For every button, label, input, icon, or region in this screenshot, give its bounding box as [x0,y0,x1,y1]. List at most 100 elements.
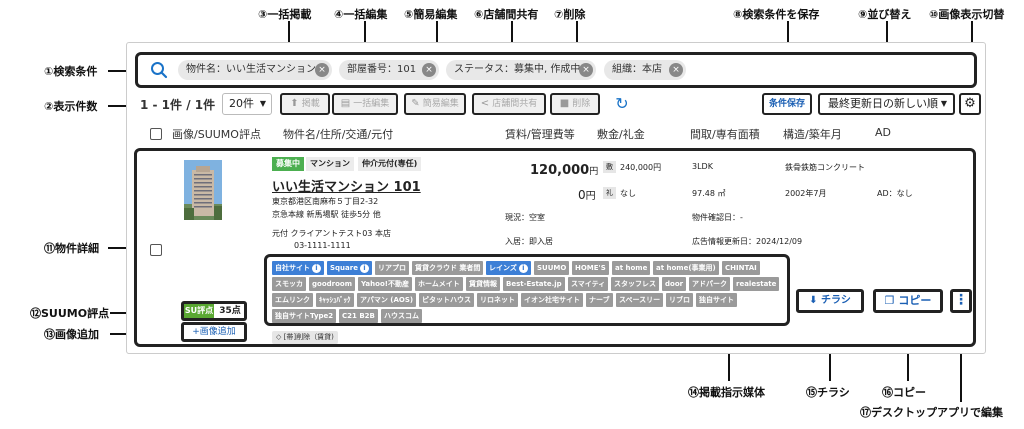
media-tag[interactable]: リアプロ [375,261,409,275]
key-money-tag: 礼 [603,187,616,199]
col-layout: 間取/専有面積 [690,128,760,141]
deposit-value: 240,000円 [620,163,662,172]
chip-close-icon[interactable]: × [579,63,593,77]
contract-badge: 仲介元付(専任) [358,157,422,171]
property-access: 京急本線 新馬場駅 徒歩5分 他 [272,210,381,219]
annotation-add-image: ⑬画像追加 [44,328,99,341]
delete-button[interactable]: ■ 削除 [550,93,600,115]
media-tag[interactable]: 独自サイトType2 [272,309,337,323]
refresh-icon[interactable]: ↻ [612,94,632,114]
media-tag[interactable]: 独自サイト [696,293,737,307]
media-tag[interactable]: realestate [733,277,780,291]
media-tag[interactable]: 賃貸情報 [466,277,500,291]
annotation-view-toggle: ⑩画像表示切替 [929,8,1005,21]
quick-edit-button[interactable]: ✎ 簡易編集 [404,93,466,115]
ad-value: AD：なし [877,189,913,198]
chip-close-icon[interactable]: × [669,63,683,77]
annotation-delete: ⑦削除 [554,8,586,21]
media-tag[interactable]: イオン社宅サイト [521,293,583,307]
media-tag[interactable]: スペースリー [616,293,664,307]
chip-close-icon[interactable]: × [315,63,329,77]
page-size-select[interactable]: 20件 ▼ [222,93,272,115]
sort-select[interactable]: 最終更新日の新しい順 ▼ [818,93,955,115]
desktop-edit-menu-button[interactable]: ⋮ [950,289,972,313]
image-view-toggle[interactable]: ⚙ [959,93,981,115]
media-tag[interactable]: ハウスコム [381,309,422,323]
suumo-score-label: SU評点 [184,304,214,318]
annotation-share: ⑥店舗間共有 [474,8,539,21]
bulk-edit-button[interactable]: ▤ 一括編集 [332,93,398,115]
media-tag[interactable]: at home [612,261,651,275]
media-tag[interactable]: ナーブ [586,293,613,307]
media-tag[interactable]: ｷｬｯｼｭﾊﾞｯｸ [316,293,354,307]
move-in: 入居：即入居 [505,237,553,246]
media-tag[interactable]: goodroom [309,277,356,291]
property-address: 東京都港区南麻布５丁目2-32 [272,197,379,206]
flyer-button[interactable]: ⬇ チラシ [796,289,864,313]
media-tag[interactable]: 自社サイト i [272,261,324,275]
media-tag[interactable]: Best-Estate.jp [503,277,565,291]
col-deposit: 敷金/礼金 [597,128,645,141]
info-icon: i [518,264,528,273]
media-tag[interactable]: スタッフレス [611,277,659,291]
annotation-bulk-publish: ③一括掲載 [258,8,312,21]
search-icon[interactable] [150,61,168,79]
add-image-button[interactable]: +画像追加 [181,322,247,342]
search-chip-org[interactable]: 組織：本店 × [604,60,686,80]
media-tag[interactable]: リロネット [477,293,518,307]
search-chip-status[interactable]: ステータス：募集中, 作成中 × [446,60,596,80]
trash-icon: ■ [559,98,570,109]
annotation-suumo: ⑫SUUMO評点 [30,307,110,320]
type-badge: マンション [306,157,354,171]
rent-value: 120,000円 [530,163,599,178]
status-badge: 募集中 [272,157,304,171]
annotation-flyer: ⑮チラシ [806,386,850,399]
col-property: 物件名/住所/交通/元付 [283,128,394,141]
media-tag[interactable]: アパマン (AOS) [357,293,417,307]
annotation-bulk-edit: ④一括編集 [334,8,388,21]
save-search-button[interactable]: 条件保存 [762,93,812,115]
media-tag[interactable]: SUUMO [534,261,570,275]
row-checkbox[interactable] [150,244,162,256]
current-status: 現況：空室 [505,213,545,222]
media-tag[interactable]: リブロ [666,293,693,307]
media-tag[interactable]: アドパーク [689,277,730,291]
search-chip-room[interactable]: 部屋番号：101 × [339,60,439,80]
media-tag[interactable]: Yahoo!不動産 [358,277,412,291]
media-tag[interactable]: ホームメイト [415,277,463,291]
media-tag[interactable]: レインズ i [486,261,531,275]
key-money-value: なし [620,189,636,198]
media-tag[interactable]: Square i [327,261,372,275]
chip-close-icon[interactable]: × [422,63,436,77]
property-phone: 03-1111-1111 [294,241,351,250]
structure-value: 鉄骨鉄筋コンクリート [785,163,865,172]
search-chip-name[interactable]: 物件名：いい生活マンション × [178,60,332,80]
annotation-media: ⑭掲載指示媒体 [688,386,765,399]
updated-date: 広告情報更新日：2024/12/09 [692,237,803,246]
select-all-checkbox[interactable] [150,128,162,140]
share-button[interactable]: < 店舗間共有 [472,93,546,115]
property-photo[interactable] [184,160,222,220]
management-fee: 0円 [578,188,596,202]
area-value: 97.48 ㎡ [692,189,726,198]
pencil-icon: ✎ [411,98,420,109]
copy-button[interactable]: ❐ コピー [873,289,943,313]
property-name-link[interactable]: いい生活マンション 101 [272,176,421,195]
tag-icon: ◇ [276,333,282,341]
media-tag[interactable]: ピタットハウス [419,293,474,307]
media-tag[interactable]: HOME'S [572,261,609,275]
media-tag[interactable]: スマイティ [568,277,609,291]
media-tag[interactable]: door [662,277,687,291]
media-tag[interactable]: CHINTAI [722,261,760,275]
media-tag[interactable]: at home(事業用) [653,261,719,275]
edit-list-icon: ▤ [340,98,351,109]
publish-icon: ⬆ [290,98,299,109]
annotation-count: ②表示件数 [44,100,98,113]
media-tag[interactable]: C21 B2B [339,309,378,323]
pr-tag: ◇ [帯]削除（賃貸) [272,331,338,344]
media-tag[interactable]: スモッカ [272,277,306,291]
media-tag[interactable]: 賃貸クラウド 業者間 [412,261,484,275]
bulk-publish-button[interactable]: ⬆ 掲載 [280,93,330,115]
media-tag[interactable]: エムリンク [272,293,313,307]
share-icon: < [480,98,490,109]
